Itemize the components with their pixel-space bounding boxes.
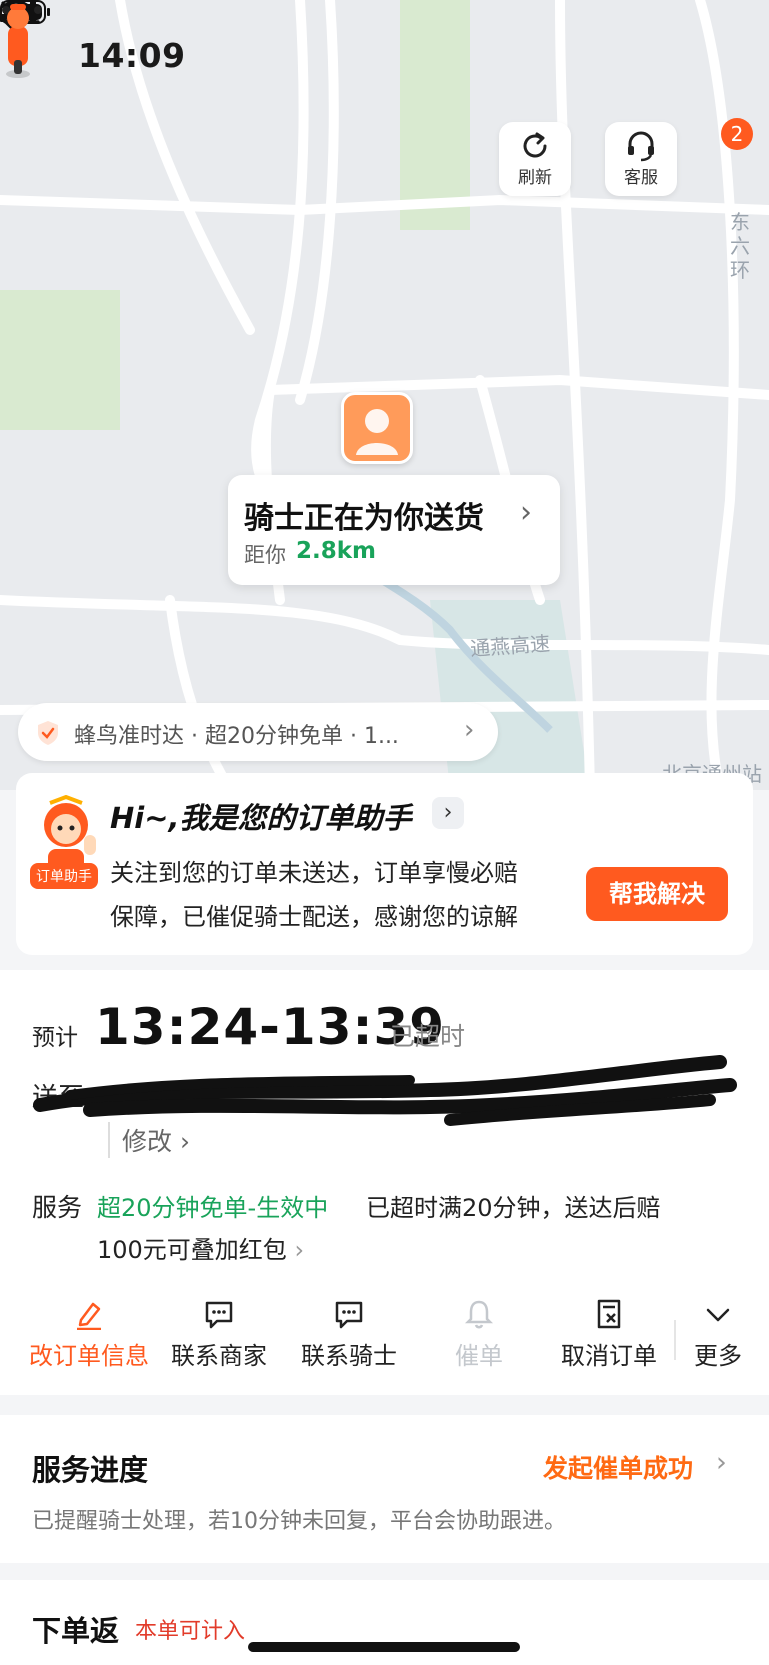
shield-check-icon bbox=[38, 721, 58, 745]
eta-label: 预计 bbox=[32, 1025, 78, 1051]
modify-label: 修改 bbox=[122, 1127, 173, 1156]
chevron-right-icon: › bbox=[294, 1236, 305, 1264]
action-label: 催单 bbox=[455, 1342, 503, 1370]
help-me-solve-button[interactable]: 帮我解决 bbox=[586, 867, 728, 921]
service-progress-section[interactable]: 服务进度 发起催单成功 › 已提醒骑士处理，若10分钟未回复，平台会协助跟进。 bbox=[0, 1415, 769, 1563]
cancel-order-icon bbox=[597, 1299, 621, 1329]
customer-service-button[interactable]: 客服 bbox=[605, 122, 677, 196]
edit-icon bbox=[77, 1302, 101, 1330]
distance-value: 2.8km bbox=[296, 538, 377, 564]
action-label: 更多 bbox=[694, 1342, 742, 1370]
chevron-down-icon bbox=[706, 1308, 730, 1322]
user-avatar-icon bbox=[356, 409, 398, 455]
service-compensation-link[interactable]: 100元可叠加红包 › bbox=[97, 1230, 304, 1265]
refresh-label: 刷新 bbox=[518, 168, 552, 188]
order-rebate-section: 下单返 本单可计入 bbox=[0, 1580, 769, 1665]
refresh-icon bbox=[523, 132, 547, 158]
headset-icon bbox=[628, 131, 654, 162]
service-highlight: 超20分钟免单-生效中 bbox=[97, 1194, 329, 1222]
refresh-button[interactable]: 刷新 bbox=[499, 122, 571, 196]
more-actions-button[interactable]: 更多 bbox=[678, 1298, 758, 1371]
order-assistant-card: 订单助手 Hi~,我是您的订单助手 › 关注到您的订单未送达，订单享慢必赔 保障… bbox=[16, 773, 753, 955]
home-indicator[interactable] bbox=[248, 1642, 520, 1652]
progress-status: 发起催单成功 bbox=[543, 1454, 694, 1483]
assistant-title: Hi~,我是您的订单助手 bbox=[110, 801, 412, 835]
guarantee-pill[interactable]: 蜂鸟准时达 · 超20分钟免单 · 1... › bbox=[18, 703, 498, 761]
chat-icon bbox=[335, 1301, 363, 1329]
chat-icon bbox=[205, 1301, 233, 1329]
notification-badge: 2 bbox=[721, 118, 753, 150]
map-view[interactable]: 14:09 刷新 客服 2 东六环 通燕高速 骑士正在为你送货 › 距你 2.8… bbox=[0, 0, 769, 790]
modify-address-link[interactable]: 修改 › bbox=[108, 1122, 190, 1158]
contact-merchant-button[interactable]: 联系商家 bbox=[154, 1298, 284, 1371]
status-bar: 14:09 bbox=[0, 0, 769, 110]
service-text: 已超时满20分钟，送达后赔 bbox=[366, 1194, 661, 1222]
assistant-tag: 订单助手 bbox=[30, 863, 98, 889]
destination-avatar bbox=[341, 392, 413, 464]
cancel-order-button[interactable]: 取消订单 bbox=[544, 1298, 674, 1371]
rider-status-title: 骑士正在为你送货 bbox=[244, 501, 484, 536]
action-label: 改订单信息 bbox=[29, 1342, 149, 1370]
chevron-right-icon: › bbox=[520, 495, 532, 530]
urge-order-button[interactable]: 催单 bbox=[414, 1298, 544, 1371]
address-redaction-scribble bbox=[33, 1055, 737, 1126]
action-label: 联系商家 bbox=[171, 1342, 267, 1370]
status-time: 14:09 bbox=[78, 36, 186, 75]
service-label: 服务 bbox=[32, 1193, 83, 1222]
assistant-message-line: 保障，已催促骑士配送，感谢您的谅解 bbox=[110, 903, 518, 931]
assistant-chevron-icon[interactable]: › bbox=[432, 797, 464, 829]
edit-order-button[interactable]: 改订单信息 bbox=[24, 1298, 154, 1371]
assistant-message-line: 关注到您的订单未送达，订单享慢必赔 bbox=[110, 859, 518, 887]
chevron-right-icon: › bbox=[716, 1447, 727, 1478]
eta-status: 已超时 bbox=[390, 1022, 466, 1051]
rider-status-bubble[interactable]: 骑士正在为你送货 › 距你 2.8km bbox=[228, 475, 560, 585]
action-label: 取消订单 bbox=[561, 1342, 657, 1370]
bell-icon bbox=[464, 1300, 494, 1329]
contact-rider-button[interactable]: 联系骑士 bbox=[284, 1298, 414, 1371]
progress-description: 已提醒骑士处理，若10分钟未回复，平台会协助跟进。 bbox=[32, 1509, 566, 1534]
map-road-label: 通燕高速 bbox=[469, 631, 551, 661]
action-divider bbox=[674, 1320, 676, 1360]
distance-prefix: 距你 bbox=[244, 543, 286, 567]
action-label: 联系骑士 bbox=[301, 1342, 397, 1370]
rider-scooter-icon bbox=[6, 4, 30, 78]
map-road-label: 东六环 bbox=[730, 210, 750, 282]
guarantee-text: 蜂鸟准时达 · 超20分钟免单 · 1... bbox=[74, 724, 399, 749]
rebate-note: 本单可计入 bbox=[135, 1619, 246, 1644]
service-text: 100元可叠加红包 bbox=[97, 1236, 287, 1264]
order-info-card: 预计 13:24-13:39 已超时 送至 修改 › 服务 超20分钟免单-生效… bbox=[0, 970, 769, 1395]
chevron-right-icon: › bbox=[464, 715, 475, 745]
rebate-title: 下单返 bbox=[32, 1614, 120, 1648]
progress-title: 服务进度 bbox=[32, 1453, 149, 1487]
customer-service-label: 客服 bbox=[624, 168, 658, 188]
